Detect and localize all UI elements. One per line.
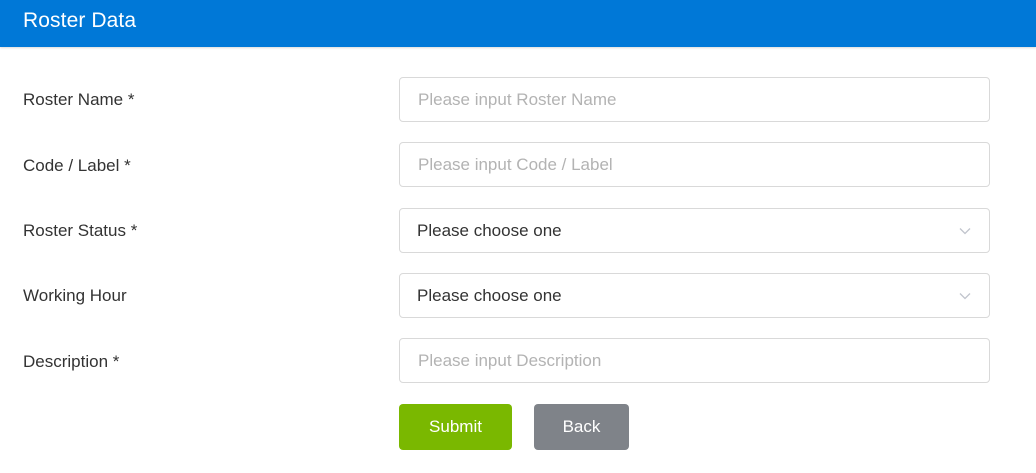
working-hour-value: Please choose one [417, 286, 562, 305]
roster-name-label: Roster Name * [23, 90, 135, 109]
page-title: Roster Data [23, 9, 137, 32]
roster-status-label: Roster Status * [23, 221, 138, 240]
code-label-input[interactable] [400, 143, 989, 186]
page-header: Roster Data [0, 0, 1036, 47]
back-button[interactable]: Back [534, 404, 629, 450]
description-label: Description * [23, 352, 120, 371]
working-hour-label: Working Hour [23, 286, 127, 305]
chevron-down-icon [959, 293, 971, 300]
code-label-field[interactable] [399, 142, 990, 187]
code-label-label: Code / Label * [23, 156, 131, 175]
working-hour-select[interactable]: Please choose one [399, 273, 990, 318]
description-field[interactable] [399, 338, 990, 383]
roster-name-field[interactable] [399, 77, 990, 122]
description-input[interactable] [400, 339, 989, 382]
roster-status-value: Please choose one [417, 221, 562, 240]
chevron-down-icon [959, 228, 971, 235]
submit-button[interactable]: Submit [399, 404, 512, 450]
roster-status-select[interactable]: Please choose one [399, 208, 990, 253]
roster-name-input[interactable] [400, 78, 989, 121]
